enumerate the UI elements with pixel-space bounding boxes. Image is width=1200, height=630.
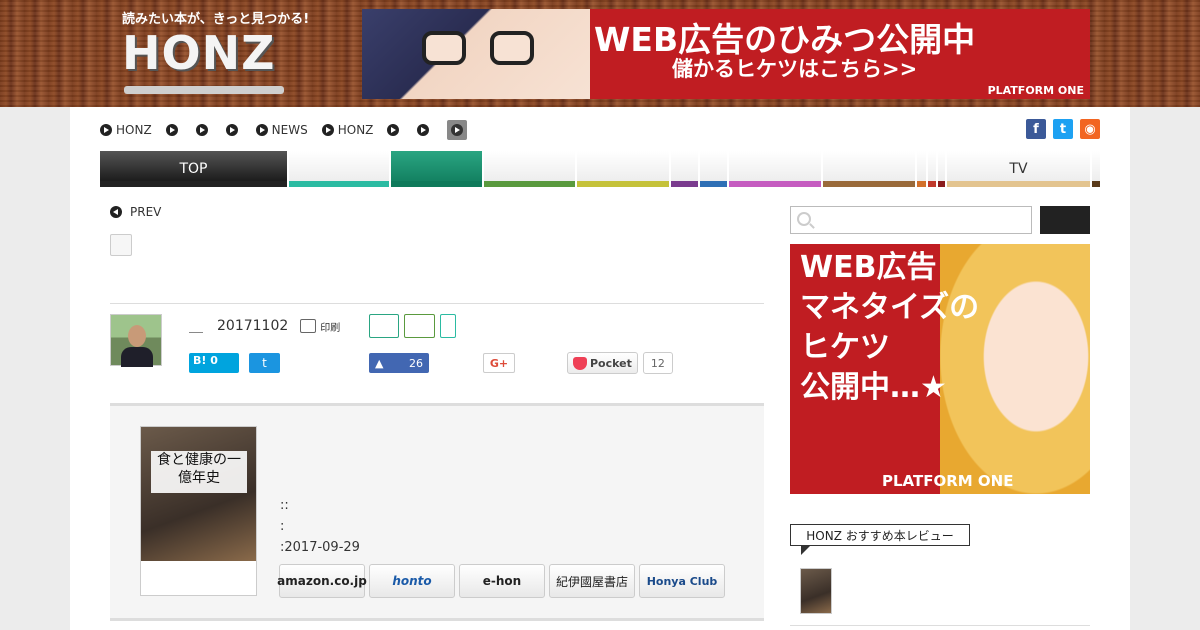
tab-category[interactable]	[928, 151, 936, 187]
sidebar-ad-banner[interactable]: WEB広告 マネタイズの ヒケツ 公開中…★ PLATFORM ONE	[790, 244, 1090, 494]
kinokuniya-button[interactable]: 紀伊國屋書店	[549, 564, 635, 598]
breadcrumb: HONZ NEWS HONZ	[100, 120, 468, 140]
store-links: amazon.co.jp honto e-hon 紀伊國屋書店 Honya Cl…	[277, 564, 725, 598]
divider	[110, 303, 764, 304]
category-tag[interactable]	[369, 314, 399, 338]
arrow-right-icon	[225, 124, 238, 136]
tab-category[interactable]	[700, 151, 727, 187]
facebook-icon[interactable]: f	[1026, 119, 1046, 139]
site-logo[interactable]: 読みたい本が、きっと見つかる! HONZ	[122, 8, 310, 100]
search-button[interactable]	[1040, 206, 1090, 234]
breadcrumb-item[interactable]	[165, 124, 182, 136]
search-icon	[797, 212, 811, 226]
google-plus-button[interactable]: G+	[483, 353, 515, 373]
twitter-share-button[interactable]: t	[249, 353, 280, 373]
ehon-button[interactable]: e-hon	[459, 564, 545, 598]
tab-category[interactable]	[1092, 151, 1100, 187]
tab-category[interactable]	[823, 151, 915, 187]
tab-category[interactable]	[729, 151, 821, 187]
facebook-like-button[interactable]: ▲ 26	[369, 353, 429, 373]
banner-illustration	[362, 9, 590, 99]
breadcrumb-item[interactable]	[225, 124, 242, 136]
tab-category[interactable]	[938, 151, 945, 187]
rss-icon[interactable]: ◉	[1080, 119, 1100, 139]
author-avatar[interactable]	[110, 314, 162, 367]
breadcrumb-item[interactable]	[195, 124, 212, 136]
pocket-count: 12	[642, 352, 673, 374]
search-input[interactable]	[790, 206, 1032, 234]
like-count: 26	[409, 356, 423, 370]
tab-tv[interactable]: TV	[947, 151, 1090, 187]
tab-category[interactable]	[917, 151, 926, 187]
honto-button[interactable]: honto	[369, 564, 455, 598]
banner-brand: PLATFORM ONE	[882, 472, 1014, 490]
twitter-icon: t	[262, 356, 267, 370]
breadcrumb-item-honz-2[interactable]: HONZ	[321, 123, 373, 137]
top-ad-banner[interactable]: WEB広告のひみつ公開中 儲かるヒケツはこちら>> PLATFORM ONE	[362, 9, 1090, 99]
arrow-left-icon	[110, 206, 122, 218]
divider	[790, 625, 1090, 626]
banner-brand: PLATFORM ONE	[987, 84, 1084, 97]
post-date: 20171102	[217, 318, 289, 334]
breadcrumb-item[interactable]	[417, 124, 433, 136]
prev-link[interactable]: PREV	[110, 205, 161, 219]
category-tag[interactable]	[404, 314, 435, 338]
arrow-right-icon	[451, 124, 464, 136]
tab-top[interactable]: TOP	[100, 151, 287, 187]
arrow-right-icon	[255, 124, 268, 136]
banner-subline: 儲かるヒケツはこちら>>	[672, 57, 918, 81]
arrow-right-icon	[165, 124, 178, 136]
recommend-heading: HONZ おすすめ本レビュー	[790, 524, 970, 555]
twitter-icon[interactable]: t	[1053, 119, 1073, 139]
logo-tagline: 読みたい本が、きっと見つかる!	[122, 12, 310, 27]
tab-category[interactable]	[671, 151, 698, 187]
arrow-right-icon	[321, 124, 334, 136]
book-meta-line: ::	[280, 498, 289, 513]
arrow-right-icon	[387, 124, 400, 136]
book-meta-line: :	[280, 519, 285, 534]
logo-underline	[124, 86, 284, 94]
arrow-right-icon	[195, 124, 208, 136]
book-cover[interactable]: 食と健康の一億年史	[140, 426, 257, 596]
logo-text: HONZ	[122, 26, 276, 80]
tab-category[interactable]	[391, 151, 482, 187]
author-name[interactable]: ＿	[189, 316, 203, 336]
hatena-bookmark-button[interactable]: B! 0	[189, 353, 239, 373]
printer-icon	[300, 319, 317, 333]
breadcrumb-item[interactable]	[387, 124, 403, 136]
print-button[interactable]: 印刷	[300, 319, 340, 334]
social-links: f t ◉	[1026, 119, 1100, 139]
arrow-right-icon	[100, 124, 112, 136]
arrow-right-icon	[417, 124, 430, 136]
author-meta: ＿ 20171102 印刷	[189, 316, 340, 336]
tab-category[interactable]	[484, 151, 575, 187]
breadcrumb-item-honz[interactable]: HONZ	[100, 123, 152, 137]
honyaclub-button[interactable]: Honya Club	[639, 564, 725, 598]
article-checkbox[interactable]	[110, 234, 132, 256]
thumbs-up-icon: ▲	[375, 356, 384, 370]
tab-category[interactable]	[577, 151, 669, 187]
category-tag[interactable]	[440, 314, 456, 338]
breadcrumb-current	[447, 120, 468, 140]
book-cover-title: 食と健康の一億年史	[151, 451, 247, 493]
breadcrumb-item-news[interactable]: NEWS	[255, 123, 308, 137]
book-release-date: :2017-09-29	[280, 540, 360, 555]
recommended-book-thumbnail[interactable]	[800, 568, 832, 614]
pocket-button[interactable]: Pocket 12	[567, 352, 673, 374]
amazon-button[interactable]: amazon.co.jp	[277, 564, 367, 598]
pocket-icon	[573, 356, 587, 370]
tab-category[interactable]	[289, 151, 389, 187]
